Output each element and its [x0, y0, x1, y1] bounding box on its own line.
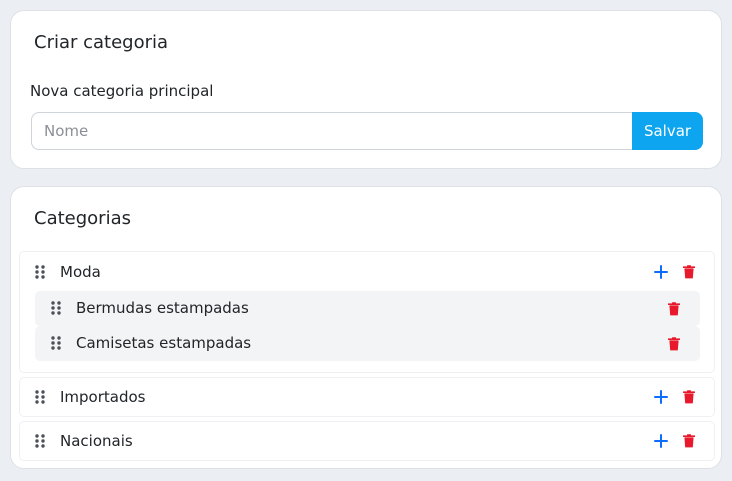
- drag-handle-icon[interactable]: [35, 390, 45, 404]
- delete-trash-icon[interactable]: [666, 301, 682, 317]
- save-button[interactable]: Salvar: [632, 112, 703, 150]
- category-label: Importados: [60, 388, 146, 406]
- new-category-input-group: Salvar: [31, 112, 703, 150]
- add-subcategory-plus-icon[interactable]: [653, 389, 669, 405]
- category-label: Nacionais: [60, 432, 133, 450]
- category-label: Moda: [60, 263, 101, 281]
- delete-trash-icon[interactable]: [681, 433, 697, 449]
- drag-handle-icon[interactable]: [35, 265, 45, 279]
- create-category-title: Criar categoria: [34, 32, 169, 53]
- categories-title: Categorias: [34, 208, 131, 229]
- category-row: Nacionais: [20, 423, 714, 459]
- delete-trash-icon[interactable]: [666, 336, 682, 352]
- delete-trash-icon[interactable]: [681, 389, 697, 405]
- category-group-importados: Importados: [19, 377, 715, 417]
- category-name-input[interactable]: [31, 112, 632, 150]
- category-row: Importados: [20, 379, 714, 415]
- delete-trash-icon[interactable]: [681, 264, 697, 280]
- add-subcategory-plus-icon[interactable]: [653, 264, 669, 280]
- create-category-card: Criar categoria Nova categoria principal…: [10, 10, 722, 169]
- subcategory-row: Bermudas estampadas: [35, 291, 700, 326]
- category-group-nacionais: Nacionais: [19, 421, 715, 461]
- subcategory-label: Bermudas estampadas: [76, 299, 249, 317]
- drag-handle-icon[interactable]: [35, 434, 45, 448]
- subcategory-label: Camisetas estampadas: [76, 334, 252, 352]
- add-subcategory-plus-icon[interactable]: [653, 433, 669, 449]
- subcategory-row: Camisetas estampadas: [35, 326, 700, 361]
- drag-handle-icon[interactable]: [51, 336, 61, 350]
- categories-card: Categorias Moda Bermudas estampadas Cami…: [10, 186, 722, 469]
- drag-handle-icon[interactable]: [51, 301, 61, 315]
- new-main-category-label: Nova categoria principal: [30, 82, 214, 100]
- category-row: Moda: [20, 254, 714, 290]
- category-group-moda: Moda Bermudas estampadas Camisetas estam…: [19, 251, 715, 373]
